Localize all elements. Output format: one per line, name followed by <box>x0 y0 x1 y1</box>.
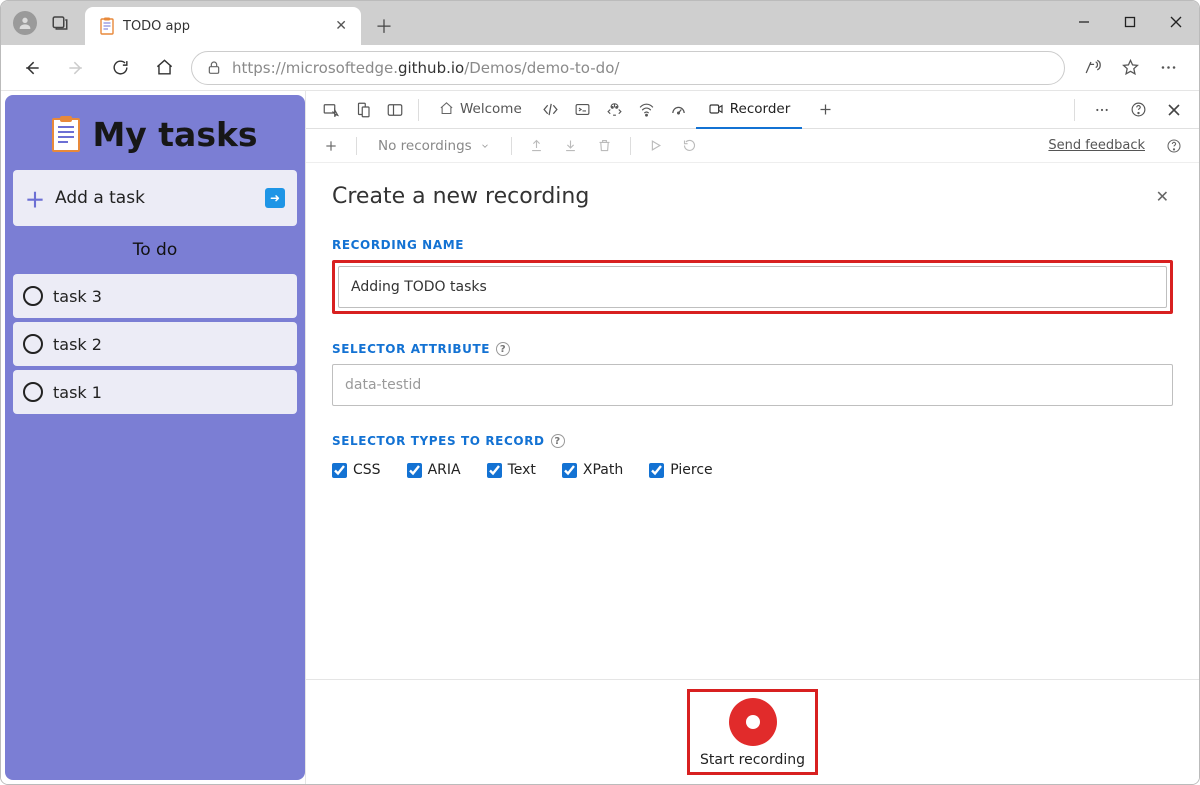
inspect-icon[interactable] <box>316 95 346 125</box>
forward-button[interactable] <box>59 51 93 85</box>
refresh-button[interactable] <box>103 51 137 85</box>
checkbox-css[interactable]: CSS <box>332 462 381 478</box>
submit-arrow-icon[interactable]: ➜ <box>265 188 285 208</box>
checkbox-aria[interactable]: ARIA <box>407 462 461 478</box>
console-icon[interactable] <box>568 95 598 125</box>
checkbox-pierce[interactable]: Pierce <box>649 462 712 478</box>
import-icon[interactable] <box>558 133 584 159</box>
task-item[interactable]: task 1 <box>13 370 297 414</box>
task-label: task 1 <box>53 383 102 402</box>
devtools-tabstrip: Welcome Recorder <box>306 91 1199 129</box>
play-icon[interactable] <box>643 133 669 159</box>
recording-name-highlight <box>332 260 1173 314</box>
device-icon[interactable] <box>348 95 378 125</box>
favorite-icon[interactable] <box>1113 51 1147 85</box>
tab-welcome[interactable]: Welcome <box>427 91 534 129</box>
site-lock-icon[interactable] <box>206 60 222 76</box>
start-recording-highlight: Start recording <box>687 689 818 775</box>
performance-icon[interactable] <box>664 95 694 125</box>
recorder-body: Create a new recording ✕ RECORDING NAME … <box>306 163 1199 679</box>
home-button[interactable] <box>147 51 181 85</box>
url-input[interactable]: https://microsoftedge.github.io/Demos/de… <box>191 51 1065 85</box>
add-task-label: Add a task <box>55 188 145 208</box>
checkbox-xpath[interactable]: XPath <box>562 462 623 478</box>
minimize-button[interactable] <box>1061 7 1107 37</box>
tab-title: TODO app <box>123 19 323 34</box>
section-title: To do <box>13 234 297 266</box>
title-bar: TODO app ✕ ＋ <box>1 1 1199 45</box>
task-label: task 3 <box>53 287 102 306</box>
new-recording-icon[interactable] <box>318 133 344 159</box>
recorder-subbar: No recordings <box>306 129 1199 163</box>
browser-tab[interactable]: TODO app ✕ <box>85 7 361 45</box>
step-icon[interactable] <box>677 133 703 159</box>
plus-icon: ＋ <box>25 184 45 213</box>
tab-recorder[interactable]: Recorder <box>696 91 803 129</box>
sources-icon[interactable] <box>600 95 630 125</box>
recording-name-input[interactable] <box>338 266 1167 308</box>
devtools-close-icon[interactable] <box>1159 95 1189 125</box>
dock-icon[interactable] <box>380 95 410 125</box>
elements-icon[interactable] <box>536 95 566 125</box>
todo-app: My tasks ＋ Add a task ➜ To do task 3 task… <box>5 95 305 780</box>
recorder-footer: Start recording <box>306 679 1199 784</box>
recording-name-label: RECORDING NAME <box>332 238 1173 252</box>
tab-favicon-icon <box>99 17 115 35</box>
close-tab-icon[interactable]: ✕ <box>331 14 351 38</box>
address-bar: https://microsoftedge.github.io/Demos/de… <box>1 45 1199 91</box>
workspaces-icon[interactable] <box>49 12 71 34</box>
task-checkbox-icon[interactable] <box>23 286 43 306</box>
url-text: https://microsoftedge.github.io/Demos/de… <box>232 59 619 77</box>
export-icon[interactable] <box>524 133 550 159</box>
maximize-button[interactable] <box>1107 7 1153 37</box>
app-title: My tasks <box>13 103 297 162</box>
start-recording-button[interactable]: Start recording <box>700 698 805 768</box>
clipboard-icon <box>52 118 80 152</box>
help-icon[interactable]: ? <box>551 434 565 448</box>
devtools-help-icon[interactable] <box>1123 95 1153 125</box>
selector-attr-input[interactable] <box>332 364 1173 406</box>
new-tab-button[interactable]: ＋ <box>367 9 401 43</box>
network-icon[interactable] <box>632 95 662 125</box>
back-button[interactable] <box>15 51 49 85</box>
selector-attr-label: SELECTOR ATTRIBUTE ? <box>332 342 1173 356</box>
recorder-heading: Create a new recording <box>332 184 589 209</box>
subbar-help-icon[interactable] <box>1161 133 1187 159</box>
window-controls <box>1061 1 1199 45</box>
start-recording-label: Start recording <box>700 752 805 768</box>
record-icon <box>729 698 777 746</box>
task-label: task 2 <box>53 335 102 354</box>
profile-icon[interactable] <box>13 11 37 35</box>
add-tool-button[interactable] <box>810 95 840 125</box>
close-window-button[interactable] <box>1153 7 1199 37</box>
checkbox-text[interactable]: Text <box>487 462 536 478</box>
task-checkbox-icon[interactable] <box>23 334 43 354</box>
read-aloud-icon[interactable] <box>1075 51 1109 85</box>
delete-icon[interactable] <box>592 133 618 159</box>
task-checkbox-icon[interactable] <box>23 382 43 402</box>
help-icon[interactable]: ? <box>496 342 510 356</box>
devtools-panel: Welcome Recorder <box>305 91 1199 784</box>
task-item[interactable]: task 3 <box>13 274 297 318</box>
close-panel-icon[interactable]: ✕ <box>1152 183 1173 210</box>
selector-types-label: SELECTOR TYPES TO RECORD ? <box>332 434 1173 448</box>
task-item[interactable]: task 2 <box>13 322 297 366</box>
send-feedback-link[interactable]: Send feedback <box>1048 138 1145 153</box>
devtools-more-icon[interactable] <box>1087 95 1117 125</box>
add-task-input[interactable]: ＋ Add a task ➜ <box>13 170 297 226</box>
browser-window: TODO app ✕ ＋ https://microso <box>0 0 1200 785</box>
recordings-dropdown[interactable]: No recordings <box>369 134 499 158</box>
menu-icon[interactable] <box>1151 51 1185 85</box>
